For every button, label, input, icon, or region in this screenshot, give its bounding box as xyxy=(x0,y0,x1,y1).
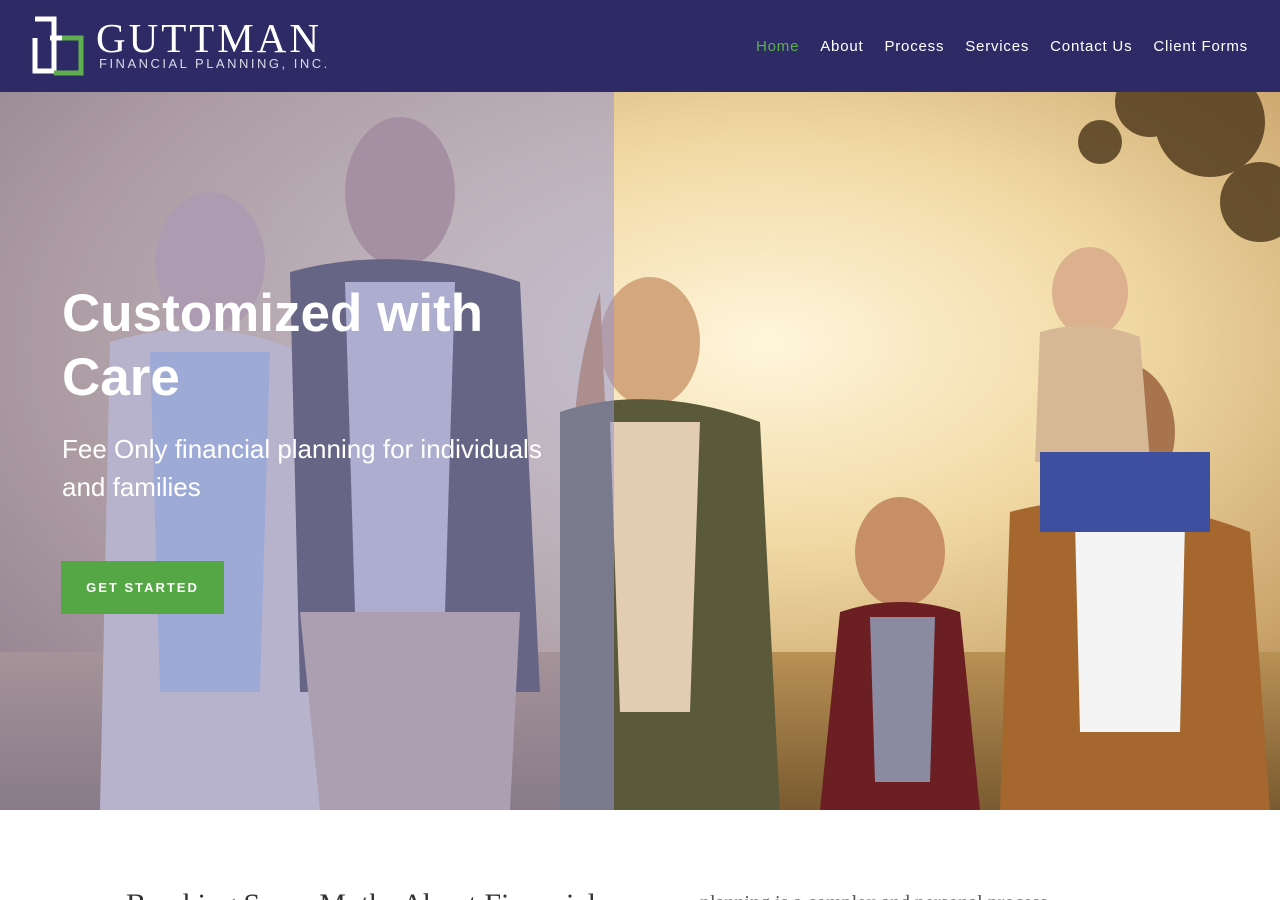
nav-client-forms[interactable]: Client Forms xyxy=(1153,38,1248,55)
nav-contact-us[interactable]: Contact Us xyxy=(1050,38,1132,55)
nav-about[interactable]: About xyxy=(820,38,863,55)
intro-body: planning is a complex and personal proce… xyxy=(700,892,1063,900)
hero-title: Customized with Care xyxy=(62,284,484,407)
nav-process[interactable]: Process xyxy=(884,38,944,55)
hero-subtitle: Fee Only financial planning for individu… xyxy=(62,434,542,502)
site-logo[interactable]: GUTTMAN FINANCIAL PLANNING, INC. xyxy=(32,15,327,76)
intro-section: Breaking Some Myths About Financial plan… xyxy=(120,882,1160,900)
main-nav: Home About Process Services Contact Us C… xyxy=(756,0,1248,92)
get-started-button[interactable]: GET STARTED xyxy=(61,561,224,614)
nav-home[interactable]: Home xyxy=(756,38,799,55)
nav-services[interactable]: Services xyxy=(965,38,1029,55)
logo-name: GUTTMAN xyxy=(96,15,322,61)
intro-heading: Breaking Some Myths About Financial xyxy=(126,888,596,900)
hero-section: Customized with Care Fee Only financial … xyxy=(0,92,1280,810)
guttman-g-logo-icon xyxy=(32,16,84,76)
site-header: GUTTMAN FINANCIAL PLANNING, INC. Home Ab… xyxy=(0,0,1280,92)
logo-subtitle: FINANCIAL PLANNING, INC. xyxy=(99,56,330,71)
